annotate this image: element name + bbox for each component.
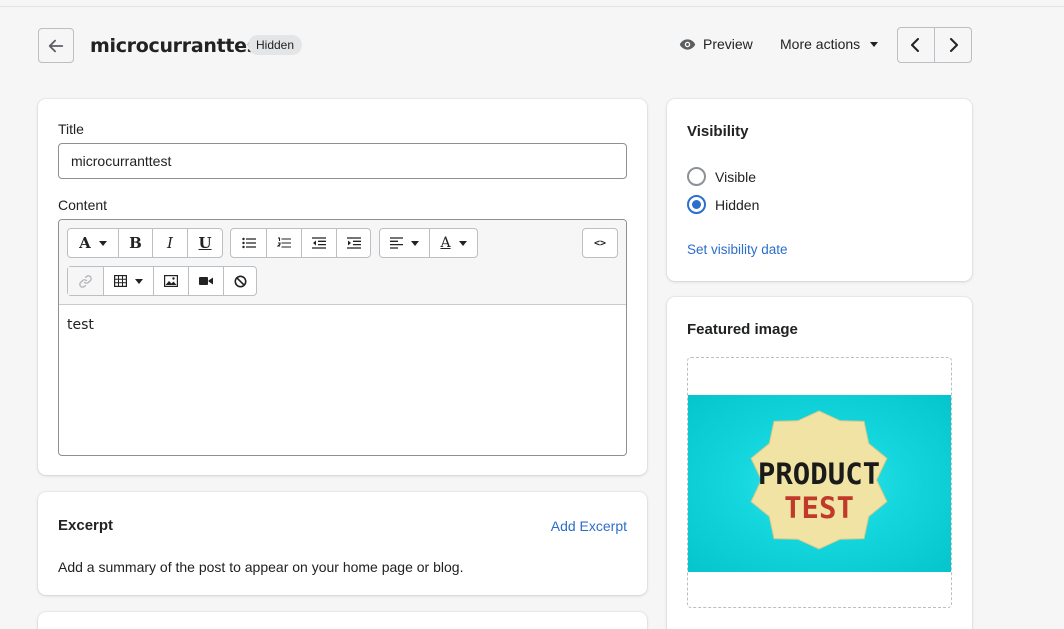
eye-icon: [679, 38, 696, 50]
text-format-group: A B I U: [67, 228, 223, 258]
video-icon: [199, 277, 213, 285]
outdent-button[interactable]: [301, 229, 336, 257]
next-button[interactable]: [934, 28, 971, 62]
show-html-button[interactable]: <>: [583, 229, 617, 257]
excerpt-description: Add a summary of the post to appear on y…: [58, 559, 464, 575]
caret-down-icon: [458, 240, 467, 246]
featured-image-dropzone[interactable]: PRODUCT TEST: [687, 357, 952, 608]
align-left-icon: [390, 237, 403, 249]
featured-image-card: Featured image PRODUCT TEST: [667, 297, 972, 629]
chevron-left-icon: [911, 38, 919, 52]
bullet-list-button[interactable]: [231, 229, 266, 257]
hidden-option[interactable]: Hidden: [687, 195, 759, 214]
product-test-graphic: PRODUCT TEST: [750, 410, 888, 550]
text-color-label: A: [440, 235, 451, 251]
previous-button[interactable]: [898, 28, 934, 62]
excerpt-heading: Excerpt: [58, 517, 114, 534]
hidden-radio[interactable]: [687, 195, 706, 214]
preview-button[interactable]: Preview: [679, 36, 753, 52]
indent-button[interactable]: [336, 229, 370, 257]
italic-button[interactable]: I: [152, 229, 187, 257]
clear-formatting-button[interactable]: [223, 267, 256, 295]
numbered-list-icon: [277, 237, 291, 248]
insert-image-button[interactable]: [153, 267, 188, 295]
status-badge: Hidden: [248, 35, 303, 55]
caret-down-icon: [98, 240, 107, 246]
align-dropdown[interactable]: [380, 229, 429, 257]
bullet-list-icon: [241, 237, 256, 249]
pagination: [897, 27, 972, 63]
insert-link-button[interactable]: [68, 267, 103, 295]
excerpt-card: Excerpt Add Excerpt Add a summary of the…: [38, 492, 647, 595]
test-text: TEST: [784, 491, 854, 525]
insert-table-button[interactable]: [103, 267, 153, 295]
font-style-dropdown[interactable]: A: [68, 229, 118, 257]
image-icon: [164, 275, 178, 287]
html-group: <>: [582, 228, 618, 258]
content-text[interactable]: test: [67, 317, 94, 333]
page-title: microcurranttest: [90, 35, 267, 57]
caret-down-icon: [411, 240, 419, 246]
list-group: [230, 228, 371, 258]
clear-formatting-icon: [234, 275, 246, 287]
back-button[interactable]: [38, 28, 74, 63]
content-label: Content: [58, 197, 108, 213]
align-color-group: A: [379, 228, 478, 258]
editor-toolbar: A B I U A <>: [59, 220, 626, 305]
featured-image: PRODUCT TEST: [688, 395, 951, 572]
insert-video-button[interactable]: [188, 267, 223, 295]
visibility-heading: Visibility: [687, 123, 749, 140]
chevron-right-icon: [950, 38, 958, 52]
numbered-list-button[interactable]: [266, 229, 301, 257]
next-card: [38, 612, 647, 629]
text-color-dropdown[interactable]: A: [429, 229, 477, 257]
outdent-icon: [312, 237, 326, 249]
font-style-label: A: [79, 234, 91, 252]
link-icon: [79, 274, 92, 288]
featured-image-heading: Featured image: [687, 321, 798, 338]
hidden-label: Hidden: [715, 196, 760, 213]
indent-icon: [346, 237, 361, 249]
visible-option[interactable]: Visible: [687, 167, 756, 186]
main-card: Title microcurranttest Content A B I U A…: [38, 99, 647, 475]
caret-down-icon: [870, 41, 879, 47]
visible-radio[interactable]: [687, 167, 706, 186]
add-excerpt-link[interactable]: Add Excerpt: [551, 518, 627, 534]
more-actions-button[interactable]: More actions: [780, 36, 879, 52]
top-divider: [0, 6, 1064, 7]
title-input[interactable]: microcurranttest: [58, 143, 627, 179]
rich-text-editor: A B I U A <> test: [58, 219, 627, 456]
underline-button[interactable]: U: [187, 229, 222, 257]
bold-button[interactable]: B: [118, 229, 152, 257]
table-icon: [114, 275, 127, 287]
arrow-left-icon: [48, 39, 64, 52]
visible-label: Visible: [715, 168, 756, 185]
preview-label: Preview: [703, 36, 753, 52]
product-text: PRODUCT: [758, 457, 880, 491]
visibility-card: Visibility Visible Hidden Set visibility…: [667, 99, 972, 281]
set-visibility-date-link[interactable]: Set visibility date: [687, 242, 788, 257]
title-label: Title: [58, 121, 84, 137]
insert-group: [67, 266, 257, 296]
more-actions-label: More actions: [780, 36, 861, 52]
caret-down-icon: [135, 278, 143, 284]
